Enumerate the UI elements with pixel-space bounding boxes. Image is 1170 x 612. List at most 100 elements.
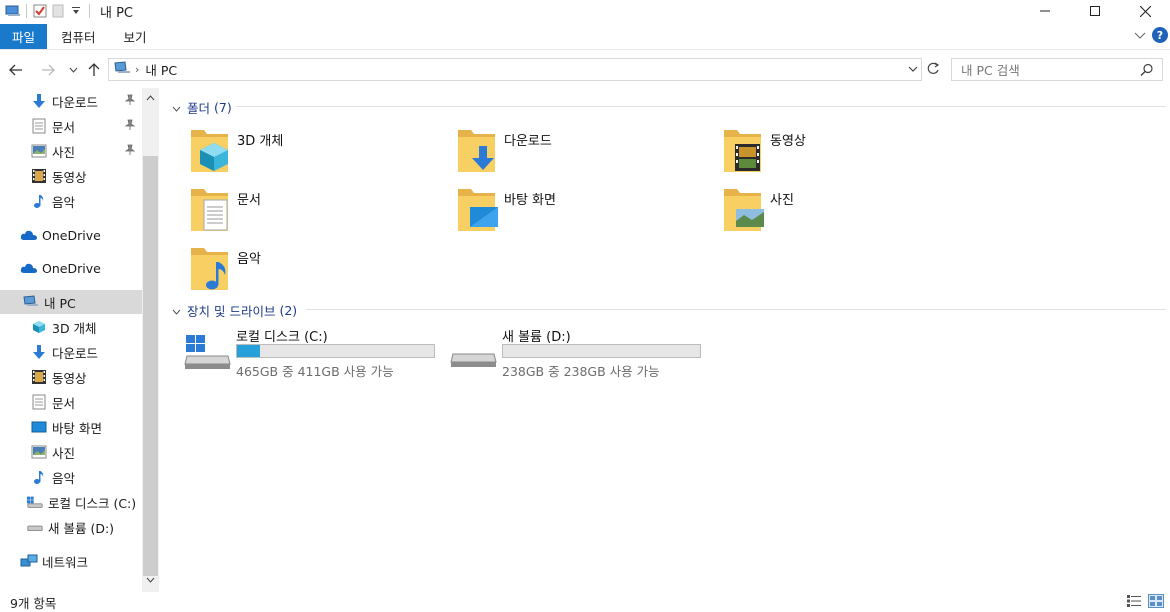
group-title: 장치 및 드라이브 bbox=[187, 304, 276, 319]
drive-tile-c[interactable]: 로컬 디스크 (C:) 465GB 중 411GB 사용 가능 bbox=[184, 326, 454, 379]
3d-objects-icon bbox=[30, 318, 48, 336]
nav-item-network[interactable]: 네트워크 bbox=[0, 549, 142, 573]
nav-item-3d-objects[interactable]: 3D 개체 bbox=[0, 315, 142, 339]
folder-label: 음악 bbox=[237, 252, 261, 267]
folder-tile-videos[interactable]: 동영상 bbox=[723, 126, 963, 180]
nav-item-local-disk-c[interactable]: 로컬 디스크 (C:) bbox=[0, 490, 142, 514]
window-controls bbox=[1020, 0, 1170, 22]
pictures-icon bbox=[30, 443, 48, 461]
drive-usage-bar bbox=[236, 344, 435, 358]
nav-item-downloads[interactable]: 다운로드 bbox=[0, 340, 142, 364]
title-bar: 내 PC bbox=[0, 0, 1170, 22]
nav-item-pictures[interactable]: 사진 bbox=[0, 440, 142, 464]
back-button[interactable] bbox=[6, 60, 26, 80]
help-icon[interactable]: ? bbox=[1152, 27, 1168, 43]
group-title: 폴더 bbox=[187, 101, 211, 116]
properties-icon[interactable] bbox=[31, 2, 49, 20]
nav-item-label: 동영상 bbox=[52, 370, 87, 386]
folder-tile-desktop[interactable]: 바탕 화면 bbox=[457, 185, 697, 239]
folder-tile-3d-objects[interactable]: 3D 개체 bbox=[190, 126, 430, 180]
nav-item-documents-quick[interactable]: 문서 bbox=[0, 114, 142, 138]
download-arrow-icon bbox=[30, 343, 48, 361]
collapse-chevron-icon[interactable] bbox=[172, 303, 181, 318]
folder-label: 다운로드 bbox=[504, 134, 552, 149]
toolbar-separator bbox=[26, 4, 27, 18]
breadcrumb-chevron-icon: › bbox=[135, 63, 140, 76]
nav-item-desktop[interactable]: 바탕 화면 bbox=[0, 415, 142, 439]
large-icons-view-icon[interactable] bbox=[1148, 594, 1164, 611]
breadcrumb-this-pc[interactable]: 내 PC bbox=[145, 60, 177, 79]
address-bar[interactable]: › 내 PC bbox=[108, 58, 922, 81]
scroll-up-arrow-icon[interactable] bbox=[142, 89, 159, 106]
nav-item-music[interactable]: 음악 bbox=[0, 465, 142, 489]
nav-item-label: OneDrive bbox=[42, 227, 101, 243]
tab-view[interactable]: 보기 bbox=[110, 24, 161, 49]
folder-label: 문서 bbox=[237, 193, 261, 208]
desktop-folder-icon bbox=[458, 189, 498, 231]
search-placeholder: 내 PC 검색 bbox=[961, 63, 1020, 78]
pin-icon[interactable] bbox=[124, 94, 136, 109]
nav-item-this-pc[interactable]: 내 PC bbox=[0, 290, 142, 314]
recent-locations-dropdown[interactable] bbox=[63, 60, 83, 80]
nav-item-downloads-quick[interactable]: 다운로드 bbox=[0, 89, 142, 113]
nav-item-videos[interactable]: 동영상 bbox=[0, 365, 142, 389]
nav-item-label: 동영상 bbox=[52, 169, 87, 185]
nav-item-label: OneDrive bbox=[42, 260, 101, 276]
collapse-chevron-icon[interactable] bbox=[172, 100, 181, 115]
group-divider bbox=[236, 106, 1166, 107]
this-pc-icon[interactable] bbox=[4, 2, 22, 20]
download-arrow-icon bbox=[30, 92, 48, 110]
ribbon-tabs: 파일 컴퓨터 보기 ? bbox=[0, 24, 1170, 50]
search-icon[interactable] bbox=[1140, 63, 1154, 80]
downloads-folder-icon bbox=[458, 130, 495, 172]
details-view-icon[interactable] bbox=[1126, 594, 1142, 611]
folder-tile-music[interactable]: 음악 bbox=[190, 244, 430, 298]
group-header-drives[interactable]: 장치 및 드라이브 (2) bbox=[172, 301, 297, 320]
close-button[interactable] bbox=[1120, 0, 1170, 22]
expand-ribbon-chevron-icon[interactable] bbox=[1134, 28, 1146, 43]
nav-item-label: 다운로드 bbox=[52, 345, 99, 361]
nav-item-documents[interactable]: 문서 bbox=[0, 390, 142, 414]
document-icon bbox=[30, 117, 48, 135]
folder-tile-documents[interactable]: 문서 bbox=[190, 185, 430, 239]
tab-computer[interactable]: 컴퓨터 bbox=[47, 24, 110, 49]
onedrive-cloud-icon bbox=[20, 259, 38, 277]
nav-item-volume-d[interactable]: 새 볼륨 (D:) bbox=[0, 515, 142, 539]
address-dropdown-icon[interactable] bbox=[907, 62, 919, 79]
this-pc-icon bbox=[113, 61, 131, 78]
video-icon bbox=[30, 167, 48, 185]
nav-item-music-quick[interactable]: 음악 bbox=[0, 189, 142, 213]
scroll-down-arrow-icon[interactable] bbox=[142, 571, 159, 588]
up-button[interactable] bbox=[84, 60, 104, 80]
search-input[interactable]: 내 PC 검색 bbox=[951, 58, 1163, 81]
nav-item-videos-quick[interactable]: 동영상 bbox=[0, 164, 142, 188]
folder-tile-downloads[interactable]: 다운로드 bbox=[457, 126, 697, 180]
refresh-button[interactable] bbox=[924, 60, 942, 78]
pin-icon[interactable] bbox=[124, 144, 136, 159]
nav-item-onedrive-1[interactable]: OneDrive bbox=[0, 223, 142, 247]
group-header-folders[interactable]: 폴더 (7) bbox=[172, 98, 232, 117]
nav-item-label: 바탕 화면 bbox=[52, 420, 102, 436]
folder-tile-pictures[interactable]: 사진 bbox=[723, 185, 963, 239]
nav-item-pictures-quick[interactable]: 사진 bbox=[0, 139, 142, 163]
minimize-button[interactable] bbox=[1020, 0, 1070, 22]
this-pc-icon bbox=[22, 293, 40, 311]
nav-scrollbar-thumb[interactable] bbox=[143, 156, 158, 576]
forward-button[interactable] bbox=[38, 60, 58, 80]
group-count: (7) bbox=[214, 100, 232, 115]
nav-item-onedrive-2[interactable]: OneDrive bbox=[0, 256, 142, 280]
maximize-button[interactable] bbox=[1070, 0, 1120, 22]
toolbar-separator bbox=[89, 4, 90, 18]
music-note-icon bbox=[30, 468, 48, 486]
pin-icon[interactable] bbox=[124, 119, 136, 134]
folder-label: 3D 개체 bbox=[237, 134, 284, 149]
new-folder-icon[interactable] bbox=[49, 2, 67, 20]
address-row: › 내 PC 내 PC 검색 bbox=[0, 56, 1170, 84]
tab-file[interactable]: 파일 bbox=[0, 24, 48, 49]
onedrive-cloud-icon bbox=[20, 226, 38, 244]
nav-item-label: 3D 개체 bbox=[52, 320, 97, 336]
folder-label: 바탕 화면 bbox=[504, 193, 556, 208]
customize-toolbar-dropdown-icon[interactable] bbox=[67, 2, 85, 20]
drive-tile-d[interactable]: 새 볼륨 (D:) 238GB 중 238GB 사용 가능 bbox=[450, 326, 720, 379]
video-icon bbox=[30, 368, 48, 386]
